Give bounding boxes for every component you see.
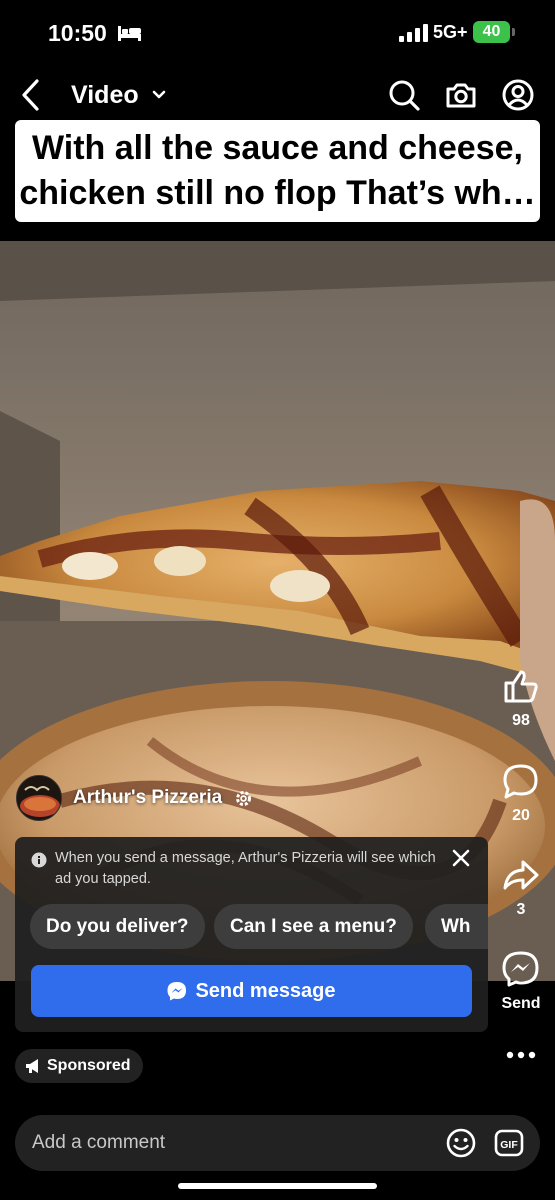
send-message-label: Send message xyxy=(195,980,336,1002)
nav-title[interactable]: Video xyxy=(71,81,139,110)
send-label[interactable]: Send xyxy=(495,995,547,1013)
comment-count: 20 xyxy=(512,807,530,824)
camera-icon[interactable] xyxy=(444,78,478,112)
signal-icon xyxy=(399,24,428,42)
chevron-down-icon[interactable] xyxy=(152,89,166,101)
quick-reply-menu[interactable]: Can I see a menu? xyxy=(214,904,413,949)
quick-reply-deliver[interactable]: Do you deliver? xyxy=(30,904,205,949)
profile-icon[interactable] xyxy=(501,78,535,112)
svg-text:GIF: GIF xyxy=(500,1139,518,1151)
quick-reply-more[interactable]: Wh xyxy=(425,904,488,949)
share-icon[interactable] xyxy=(502,857,540,895)
like-icon[interactable] xyxy=(502,667,540,705)
caption-line-1: With all the sauce and cheese, xyxy=(32,129,523,167)
home-indicator[interactable] xyxy=(178,1183,377,1189)
close-icon[interactable] xyxy=(451,848,471,868)
sponsored-label: Sponsored xyxy=(47,1057,131,1074)
emoji-icon[interactable] xyxy=(446,1128,476,1158)
gear-icon xyxy=(236,791,251,806)
send-message-button[interactable]: Send message xyxy=(31,965,472,1017)
megaphone-icon xyxy=(26,1059,38,1073)
caption-line-2: chicken still no flop That’s wh… xyxy=(19,174,536,212)
gif-icon[interactable]: GIF xyxy=(494,1128,524,1158)
comment-icon[interactable] xyxy=(502,762,540,800)
more-options-icon[interactable] xyxy=(506,1050,536,1060)
messenger-icon[interactable] xyxy=(502,950,540,988)
video-caption[interactable]: With all the sauce and cheese, chicken s… xyxy=(15,120,540,222)
sleep-focus-icon xyxy=(118,26,141,41)
sponsored-badge: Sponsored xyxy=(15,1049,143,1083)
status-time: 10:50 xyxy=(48,20,107,46)
battery-tip xyxy=(512,28,515,36)
network-type: 5G+ xyxy=(433,22,468,42)
top-nav: Video xyxy=(0,70,555,120)
comment-input[interactable]: Add a comment GIF xyxy=(15,1115,540,1171)
messenger-button-icon xyxy=(167,982,187,1001)
back-arrow-icon[interactable] xyxy=(18,78,44,112)
info-icon xyxy=(31,852,47,868)
page-name[interactable]: Arthur's Pizzeria xyxy=(73,787,222,809)
status-bar: 10:50 5G+ 40 xyxy=(0,0,555,66)
like-count: 98 xyxy=(512,712,530,729)
message-notice: When you send a message, Arthur's Pizzer… xyxy=(55,850,436,887)
page-avatar[interactable] xyxy=(16,775,62,821)
search-icon[interactable] xyxy=(387,78,421,112)
battery-indicator: 40 xyxy=(473,21,510,43)
message-panel: When you send a message, Arthur's Pizzer… xyxy=(15,837,488,1032)
comment-placeholder: Add a comment xyxy=(32,1132,166,1153)
share-count: 3 xyxy=(516,901,526,918)
